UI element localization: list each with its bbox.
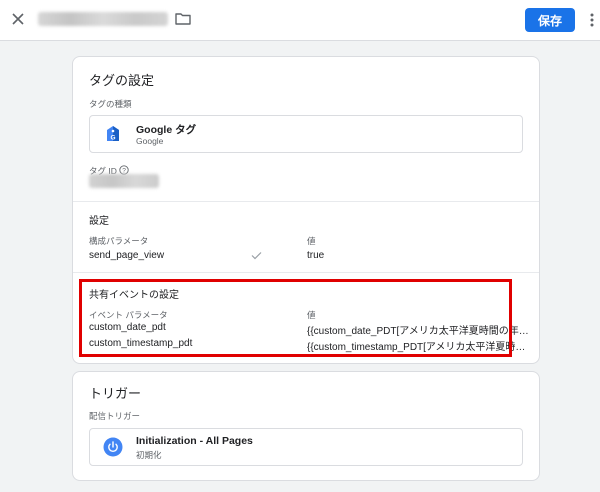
config-param-value: true: [307, 250, 325, 261]
svg-text:G: G: [110, 135, 115, 142]
highlight-annotation: [79, 279, 512, 357]
close-button[interactable]: [8, 9, 28, 29]
close-icon: [12, 13, 24, 25]
config-param-name: send_page_view: [89, 250, 165, 261]
save-button[interactable]: 保存: [525, 8, 575, 32]
firing-trigger-label: 配信トリガー: [89, 411, 141, 421]
trigger-title: トリガー: [89, 386, 142, 401]
config-value-header: 値: [307, 236, 316, 246]
trigger-subtitle: 初期化: [136, 450, 162, 460]
tag-type-vendor: Google: [136, 136, 164, 146]
tag-name-redacted[interactable]: [38, 12, 168, 26]
divider: [73, 201, 539, 202]
tag-config-title: タグの設定: [89, 73, 155, 88]
settings-title: 設定: [89, 216, 109, 227]
folder-button[interactable]: [174, 11, 192, 27]
more-options-button[interactable]: [587, 11, 597, 29]
tag-type-name: Google タグ: [136, 124, 197, 136]
check-icon: [251, 252, 262, 260]
divider: [73, 272, 539, 273]
google-tag-icon: G: [107, 126, 119, 142]
tag-id-redacted: [89, 174, 159, 188]
trigger-card[interactable]: トリガー 配信トリガー Initialization - All Pages 初…: [72, 371, 540, 481]
top-bar: 保存: [0, 0, 600, 41]
trigger-item[interactable]: Initialization - All Pages 初期化: [89, 428, 523, 466]
folder-icon: [175, 13, 191, 25]
more-vert-icon: [590, 13, 594, 27]
trigger-name: Initialization - All Pages: [136, 435, 253, 447]
power-icon: [103, 437, 123, 457]
config-param-header: 構成パラメータ: [89, 236, 149, 246]
tag-type-selector[interactable]: G Google タグ Google: [89, 115, 523, 153]
tag-type-label: タグの種類: [89, 99, 132, 109]
